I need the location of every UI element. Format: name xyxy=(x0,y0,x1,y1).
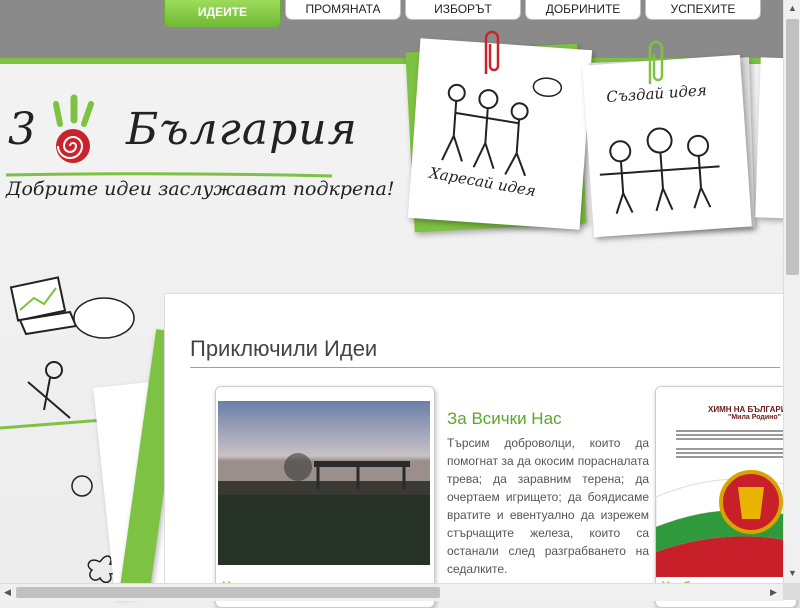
nav-item-choice[interactable]: ИЗБОРЪТ xyxy=(405,0,521,20)
idea-image-field[interactable] xyxy=(218,401,430,565)
note-create-idea[interactable]: Създай идея xyxy=(582,54,752,238)
horizontal-scrollbar[interactable]: ◀ ▶ xyxy=(0,583,783,601)
page-title: Приключили Идеи xyxy=(190,336,378,361)
paperclip-green-icon xyxy=(648,40,664,84)
vertical-scroll-thumb[interactable] xyxy=(786,19,799,275)
scrollbar-corner xyxy=(783,583,800,600)
anthem-subheading: "Мила Родино" xyxy=(728,414,781,421)
nav-item-change[interactable]: ПРОМЯНАТА xyxy=(285,0,401,20)
scroll-down-icon[interactable]: ▼ xyxy=(788,568,797,578)
horizontal-scroll-thumb[interactable] xyxy=(16,587,440,598)
scroll-left-icon[interactable]: ◀ xyxy=(4,587,11,598)
nav-item-good-deeds[interactable]: ДОБРИНИТЕ xyxy=(525,0,641,20)
lightbulb-people-icon xyxy=(599,127,720,214)
content-panel: Приключили Идеи Нова площадка за спортни… xyxy=(164,293,797,608)
scroll-up-icon[interactable]: ▲ xyxy=(788,3,797,13)
idea-card-1[interactable]: Нова площадка за спортни игри xyxy=(215,386,435,608)
title-divider xyxy=(190,367,780,368)
logo-spiral-icon xyxy=(53,94,94,163)
nav-item-ideas[interactable]: ИДЕИТЕ xyxy=(164,0,281,28)
logo-digit: 3 xyxy=(8,104,36,155)
idea-title[interactable]: За Всички Нас xyxy=(447,409,562,429)
logo-brand: България xyxy=(126,104,358,155)
scroll-right-icon[interactable]: ▶ xyxy=(770,587,777,598)
anthem-heading: ХИМН НА БЪЛГАРИЯ xyxy=(708,405,793,414)
nav-item-successes[interactable]: УСПЕХИТЕ xyxy=(645,0,761,20)
vertical-scrollbar[interactable]: ▲ ▼ xyxy=(783,0,800,583)
idea-card-2[interactable]: ХИМН НА БЪЛГАРИЯ "Мила Родино" Учебните … xyxy=(655,386,797,608)
logo-tagline: Добрите идеи заслужават подкрепа! xyxy=(6,178,395,200)
idea-description: Търсим доброволци, които да помогнат за … xyxy=(447,436,649,576)
paperclip-red-icon xyxy=(484,30,500,74)
